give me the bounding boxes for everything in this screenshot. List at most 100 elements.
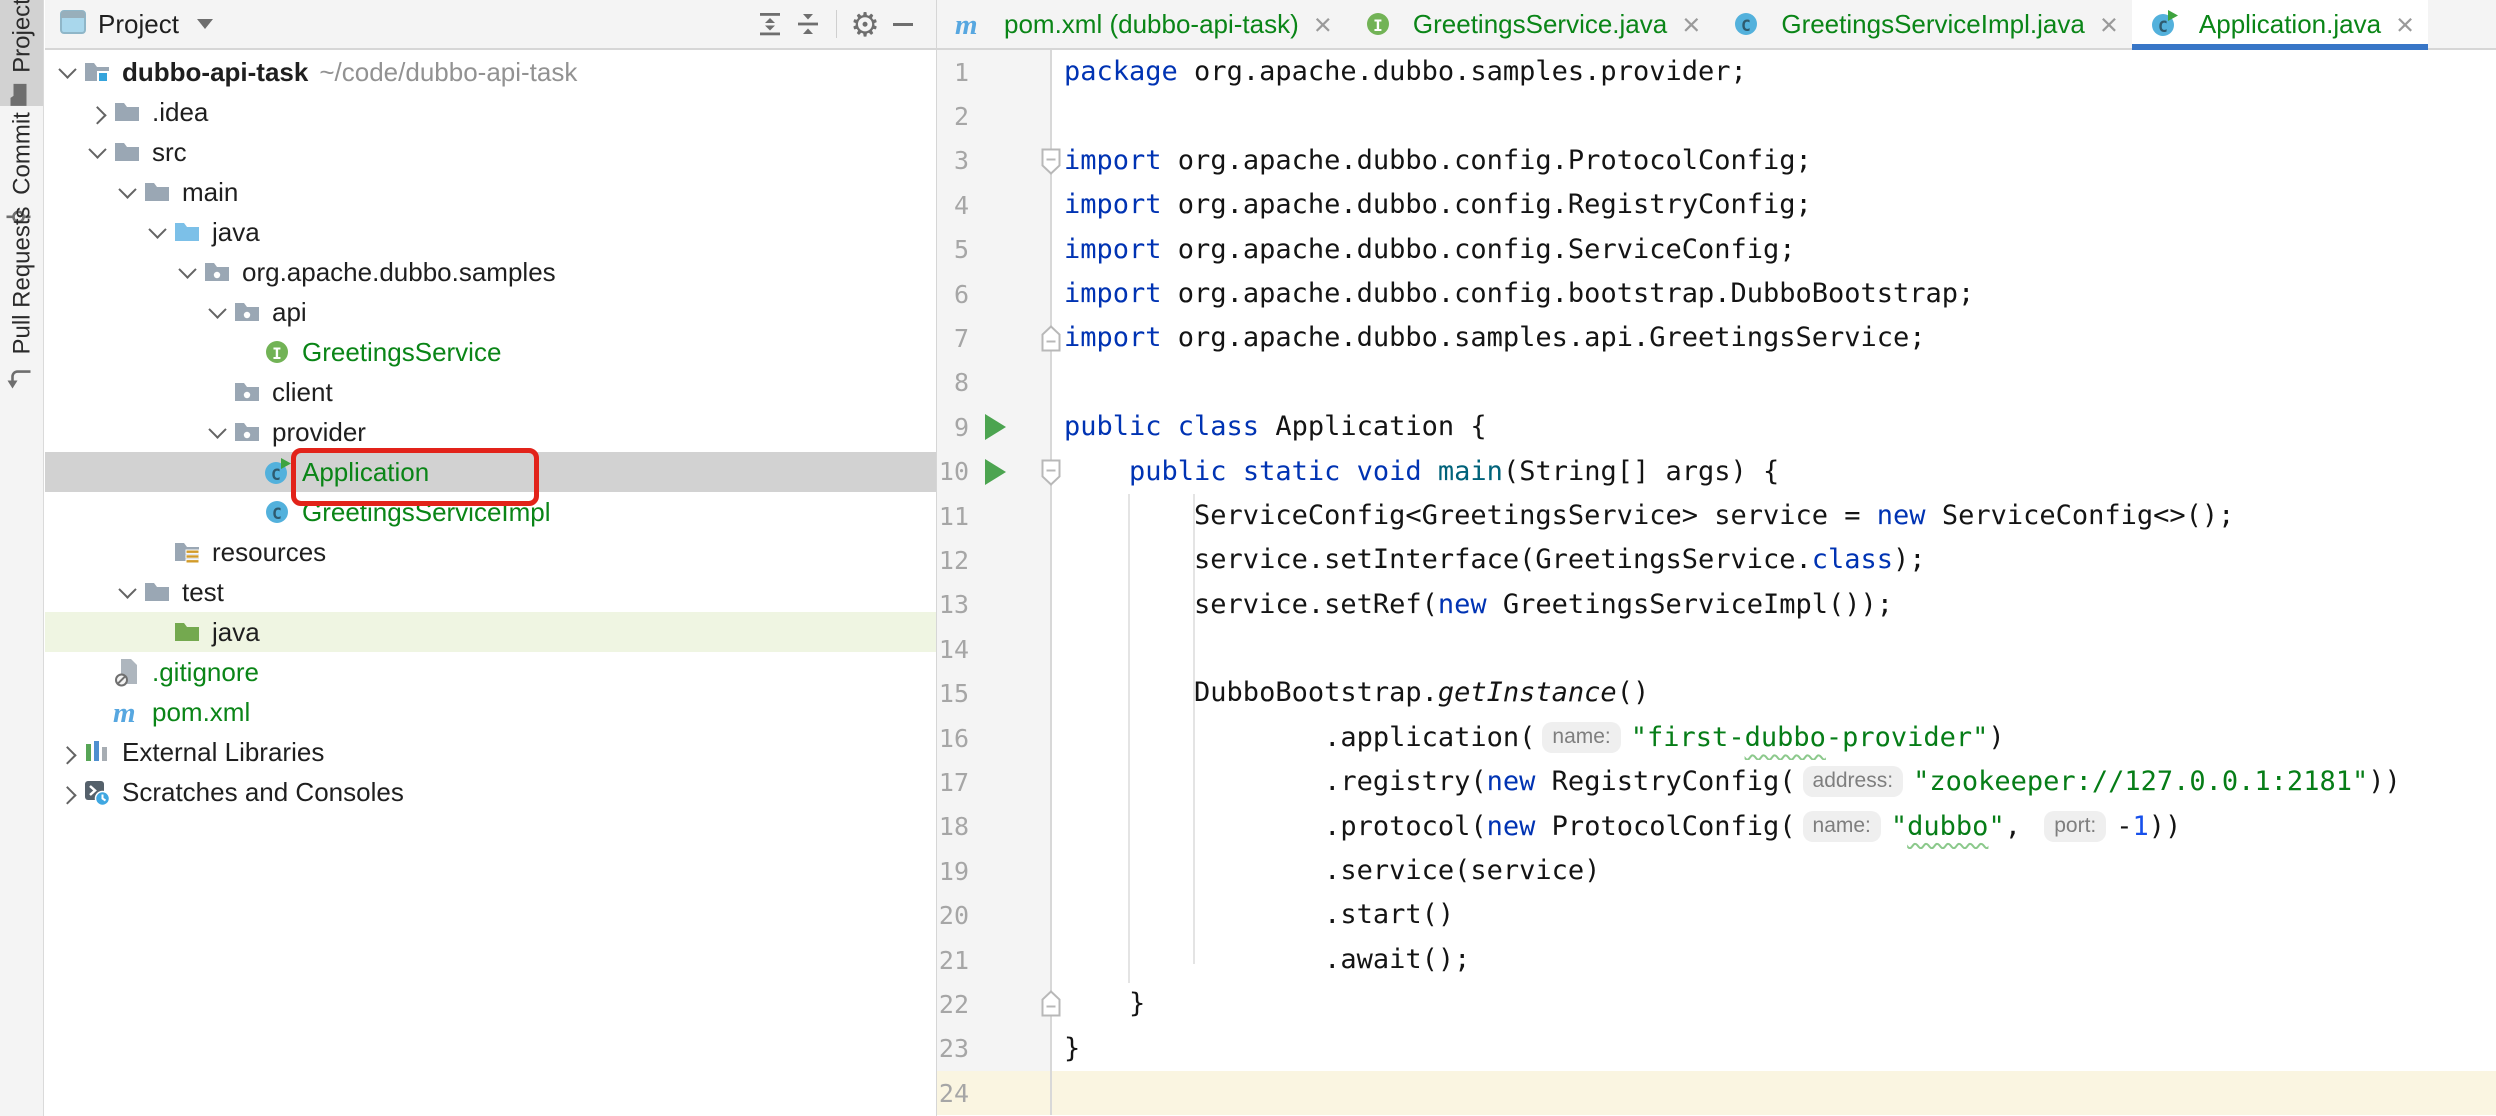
code-text[interactable]: import org.apache.dubbo.config.RegistryC… [1050,183,2496,227]
code-line-14[interactable]: 14 [937,627,2496,671]
code-text[interactable]: .application(name:"first-dubbo-provider"… [1050,716,2496,760]
code-line-24[interactable]: 24 [937,1071,2496,1115]
tree-item-greetingsservice[interactable]: IGreetingsService [45,332,936,372]
chevron-down-icon[interactable] [197,19,213,29]
chevron-down-icon[interactable] [83,146,111,159]
code-text[interactable]: public class Application { [1050,405,2496,449]
tree-item-external-libraries[interactable]: External Libraries [45,732,936,772]
editor-tab-application-java[interactable]: CApplication.java× [2132,0,2428,48]
expand-all-icon[interactable] [751,5,789,43]
stripe-tab-project[interactable]: Project [0,0,43,106]
chevron-down-icon[interactable] [143,226,171,239]
chevron-down-icon[interactable] [203,426,231,439]
code-text[interactable]: } [1050,982,2496,1026]
fold-region-icon[interactable] [1040,457,1062,487]
close-icon[interactable]: × [1314,9,1332,40]
tree-item-provider[interactable]: provider [45,412,936,452]
tree-item-pom-xml[interactable]: mpom.xml [45,692,936,732]
code-line-22[interactable]: 22 } [937,982,2496,1026]
tree-item--gitignore[interactable]: .gitignore [45,652,936,692]
tree-item-application[interactable]: CApplication [45,452,936,492]
tree-item-api[interactable]: api [45,292,936,332]
tree-item-java[interactable]: java [45,212,936,252]
fold-region-icon[interactable] [1040,324,1062,354]
chevron-down-icon[interactable] [203,306,231,319]
code-line-8[interactable]: 8 [937,361,2496,405]
run-icon[interactable] [985,414,1006,440]
code-text[interactable]: .registry(new RegistryConfig(address:"zo… [1050,760,2496,804]
fold-region-icon[interactable] [1040,989,1062,1019]
code-line-10[interactable]: 10 public static void main(String[] args… [937,450,2496,494]
chevron-right-icon[interactable] [83,106,111,119]
code-text[interactable] [1050,94,2496,138]
code-text[interactable]: service.setRef(new GreetingsServiceImpl(… [1050,583,2496,627]
code-text[interactable]: package org.apache.dubbo.samples.provide… [1050,50,2496,94]
code-line-13[interactable]: 13 service.setRef(new GreetingsServiceIm… [937,583,2496,627]
code-line-12[interactable]: 12 service.setInterface(GreetingsService… [937,538,2496,582]
chevron-down-icon[interactable] [173,266,201,279]
code-text[interactable] [1050,627,2496,671]
editor-tab-greetingsserviceimpl-java[interactable]: CGreetingsServiceImpl.java× [1714,0,2132,48]
code-text[interactable]: .await(); [1050,938,2496,982]
code-line-18[interactable]: 18 .protocol(new ProtocolConfig(name:"du… [937,805,2496,849]
code-line-15[interactable]: 15 DubboBootstrap.getInstance() [937,671,2496,715]
fold-region-icon[interactable] [1040,146,1062,176]
code-text[interactable] [1050,361,2496,405]
editor-tab-pom-xml-dubbo-api-task-[interactable]: mpom.xml (dubbo-api-task)× [937,0,1346,48]
code-text[interactable]: DubboBootstrap.getInstance() [1050,671,2496,715]
code-line-7[interactable]: 7import org.apache.dubbo.samples.api.Gre… [937,316,2496,360]
code-text[interactable] [1050,1071,2496,1115]
tree-item-main[interactable]: main [45,172,936,212]
code-line-17[interactable]: 17 .registry(new RegistryConfig(address:… [937,760,2496,804]
run-icon[interactable] [985,459,1006,485]
code-text[interactable]: ServiceConfig<GreetingsService> service … [1050,494,2496,538]
chevron-down-icon[interactable] [113,586,141,599]
gear-icon[interactable]: ⚙ [846,5,884,43]
code-line-4[interactable]: 4import org.apache.dubbo.config.Registry… [937,183,2496,227]
code-line-19[interactable]: 19 .service(service) [937,849,2496,893]
tree-item--idea[interactable]: .idea [45,92,936,132]
hide-panel-icon[interactable] [884,5,922,43]
chevron-down-icon[interactable] [113,186,141,199]
tree-item-client[interactable]: client [45,372,936,412]
code-line-2[interactable]: 2 [937,94,2496,138]
code-line-9[interactable]: 9public class Application { [937,405,2496,449]
collapse-all-icon[interactable] [789,5,827,43]
chevron-right-icon[interactable] [53,786,81,799]
close-icon[interactable]: × [2396,9,2414,40]
tree-item-greetingsserviceimpl[interactable]: CGreetingsServiceImpl [45,492,936,532]
tree-item-org-apache-dubbo-samples[interactable]: org.apache.dubbo.samples [45,252,936,292]
tree-item-test[interactable]: test [45,572,936,612]
tree-item-java[interactable]: java [45,612,936,652]
tree-item-src[interactable]: src [45,132,936,172]
code-line-6[interactable]: 6import org.apache.dubbo.config.bootstra… [937,272,2496,316]
code-text[interactable]: .start() [1050,893,2496,937]
code-text[interactable]: service.setInterface(GreetingsService.cl… [1050,538,2496,582]
stripe-tab-pull-requests[interactable]: Pull Requests [0,230,43,366]
code-line-1[interactable]: 1package org.apache.dubbo.samples.provid… [937,50,2496,94]
close-icon[interactable]: × [2100,9,2118,40]
code-line-16[interactable]: 16 .application(name:"first-dubbo-provid… [937,716,2496,760]
code-text[interactable]: import org.apache.dubbo.samples.api.Gree… [1050,316,2496,360]
code-line-21[interactable]: 21 .await(); [937,938,2496,982]
code-text[interactable]: } [1050,1027,2496,1071]
close-icon[interactable]: × [1682,9,1700,40]
code-text[interactable]: import org.apache.dubbo.config.bootstrap… [1050,272,2496,316]
code-text[interactable]: .service(service) [1050,849,2496,893]
code-line-11[interactable]: 11 ServiceConfig<GreetingsService> servi… [937,494,2496,538]
chevron-down-icon[interactable] [53,66,81,79]
tree-item-resources[interactable]: resources [45,532,936,572]
chevron-right-icon[interactable] [53,746,81,759]
tree-item-scratches-and-consoles[interactable]: Scratches and Consoles [45,772,936,812]
code-text[interactable]: import org.apache.dubbo.config.ProtocolC… [1050,139,2496,183]
code-line-5[interactable]: 5import org.apache.dubbo.config.ServiceC… [937,228,2496,272]
code-text[interactable]: public static void main(String[] args) { [1050,450,2496,494]
code-line-20[interactable]: 20 .start() [937,893,2496,937]
editor-tab-greetingsservice-java[interactable]: IGreetingsService.java× [1346,0,1714,48]
tree-item-dubbo-api-task[interactable]: dubbo-api-task~/code/dubbo-api-task [45,52,936,92]
code-editor[interactable]: 1package org.apache.dubbo.samples.provid… [937,50,2496,1116]
code-text[interactable]: import org.apache.dubbo.config.ServiceCo… [1050,228,2496,272]
code-line-23[interactable]: 23} [937,1027,2496,1071]
code-text[interactable]: .protocol(new ProtocolConfig(name:"dubbo… [1050,805,2496,849]
code-line-3[interactable]: 3import org.apache.dubbo.config.Protocol… [937,139,2496,183]
